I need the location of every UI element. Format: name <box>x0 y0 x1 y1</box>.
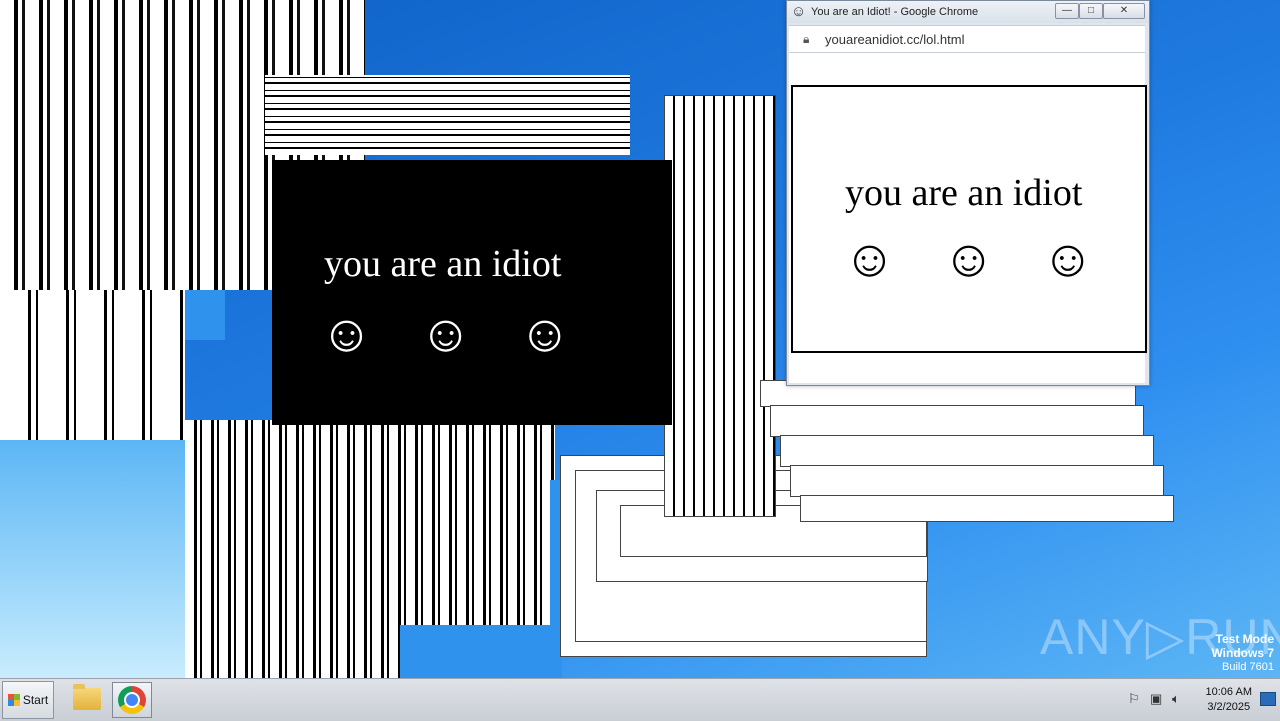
glitch-window-trail <box>664 95 776 517</box>
address-url[interactable]: youareanidiot.cc/lol.html <box>825 32 964 47</box>
glitch-fragment <box>400 625 550 678</box>
smiley-icon: ☺ <box>518 305 572 363</box>
smiley-favicon-icon: ☺ <box>791 3 807 20</box>
close-button[interactable]: ✕ <box>1103 3 1145 19</box>
flag-icon[interactable]: ⚐ <box>1128 691 1140 707</box>
smiley-icon: ☺ <box>419 305 473 363</box>
glitch-window-trail <box>790 465 1164 497</box>
lock-icon: 🔒︎ <box>803 32 810 46</box>
clock[interactable]: 10:06 AM 3/2/2025 <box>1206 685 1252 715</box>
build-line: Build 7601 <box>1222 661 1274 673</box>
smiley-icon: ☺ <box>1041 230 1095 288</box>
start-button[interactable]: Start <box>2 681 54 719</box>
clock-time: 10:06 AM <box>1205 686 1252 698</box>
test-mode-label: Test Mode Windows 7 Build 7601 <box>1211 632 1274 674</box>
smiley-icon: ☺ <box>942 230 996 288</box>
test-mode-line: Test Mode <box>1215 632 1274 646</box>
glitch-fragment <box>185 290 225 340</box>
glitch-window-trail <box>770 405 1144 437</box>
chrome-icon <box>118 686 146 714</box>
smiley-icon: ☺ <box>320 305 374 363</box>
taskbar-explorer-button[interactable] <box>68 682 106 716</box>
smiley-row: ☺ ☺ ☺ <box>320 308 617 360</box>
system-tray: ⚐ ▣ 🔈︎ 10:06 AM 3/2/2025 <box>1120 679 1280 721</box>
chrome-popup-window[interactable]: ☺ You are an Idiot! - Google Chrome — □ … <box>786 0 1150 386</box>
glitch-window-trail <box>800 495 1174 522</box>
smiley-icon: ☺ <box>843 230 897 288</box>
network-icon[interactable]: ▣ <box>1150 691 1162 707</box>
clock-date: 3/2/2025 <box>1207 701 1251 713</box>
popup-white-content: you are an idiot ☺ ☺ ☺ <box>791 85 1147 353</box>
smiley-row: ☺ ☺ ☺ <box>843 233 1140 285</box>
glitch-window-trail <box>780 435 1154 467</box>
page-content: you are an idiot ☺ ☺ ☺ <box>789 53 1147 383</box>
popup-black-content: you are an idiot ☺ ☺ ☺ <box>272 160 672 425</box>
folder-icon <box>73 684 101 710</box>
maximize-button[interactable]: □ <box>1079 3 1103 19</box>
glitch-window-trail <box>265 75 630 155</box>
taskbar: Start ⚐ ▣ 🔈︎ 10:06 AM 3/2/2025 <box>0 678 1280 721</box>
start-label: Start <box>22 693 49 707</box>
minimize-button[interactable]: — <box>1055 3 1079 19</box>
window-titlebar[interactable]: ☺ You are an Idiot! - Google Chrome — □ … <box>787 1 1149 23</box>
popup-message: you are an idiot <box>845 172 1083 214</box>
address-bar[interactable]: 🔒︎ youareanidiot.cc/lol.html <box>789 25 1145 53</box>
os-name-line: Windows 7 <box>1211 646 1274 660</box>
volume-icon[interactable]: 🔈︎ <box>1172 691 1180 707</box>
wallpaper-patch <box>0 440 185 678</box>
windows-logo-icon <box>7 694 20 706</box>
window-title: You are an Idiot! - Google Chrome <box>811 6 979 18</box>
show-desktop-button[interactable] <box>1260 692 1276 706</box>
desktop: you are an idiot ☺ ☺ ☺ ☺ You are an Idio… <box>0 0 1280 678</box>
popup-message: you are an idiot <box>324 243 562 285</box>
taskbar-chrome-button[interactable] <box>112 682 152 718</box>
